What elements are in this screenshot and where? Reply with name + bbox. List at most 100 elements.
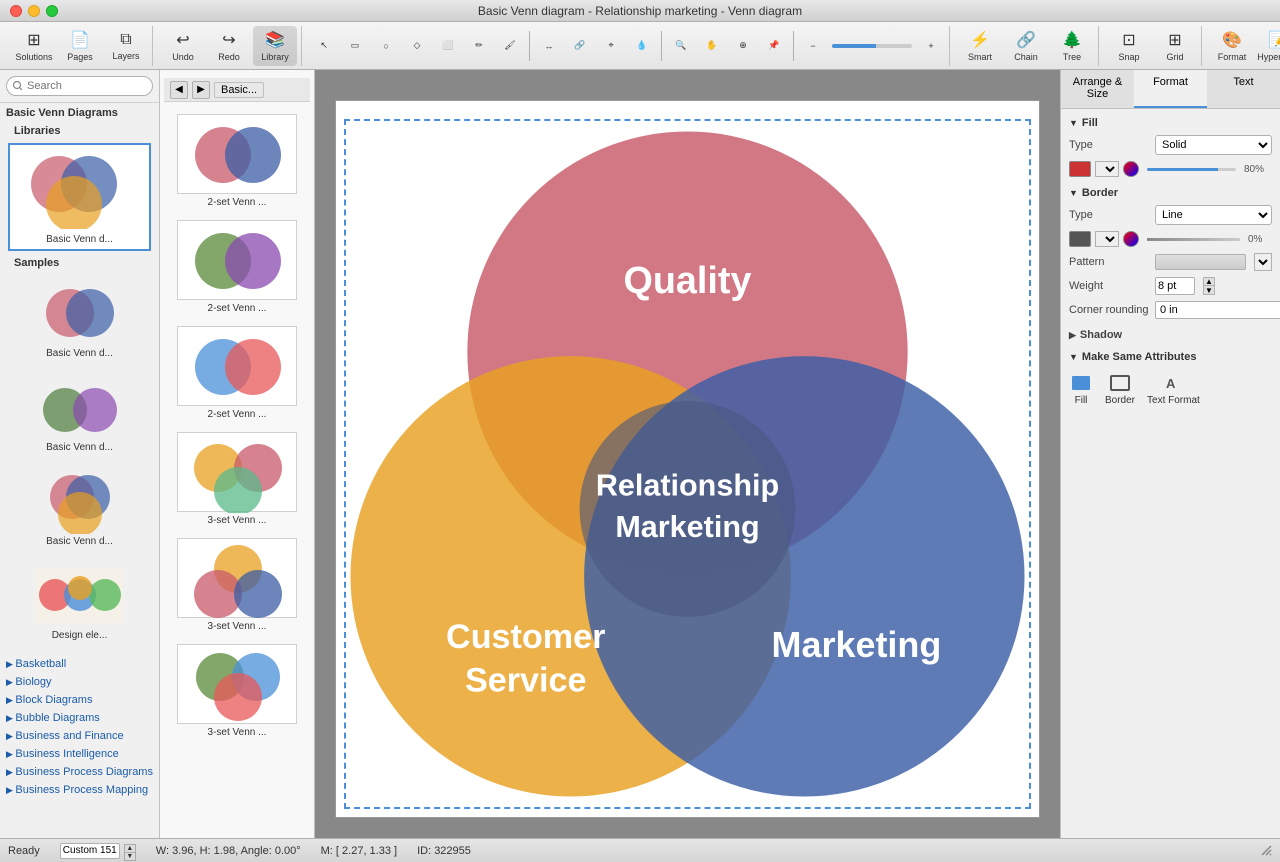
cat-business-finance[interactable]: Business and Finance (0, 727, 159, 745)
border-opacity-slider[interactable] (1147, 238, 1240, 241)
browse-tool[interactable]: ⬜ (434, 26, 462, 66)
border-color-select[interactable] (1095, 231, 1119, 247)
selected-preview-card[interactable]: Basic Venn d... (8, 143, 151, 251)
make-same-fill[interactable]: Fill (1069, 373, 1093, 406)
zoom-minus-btn[interactable]: − (799, 26, 827, 66)
sample-item-3[interactable]: Basic Venn d... (6, 463, 153, 553)
search-input[interactable] (6, 76, 153, 96)
tree-button[interactable]: 🌲 Tree (1050, 26, 1094, 66)
border-pattern-select[interactable] (1155, 254, 1246, 270)
solutions-button[interactable]: ⊞ Solutions (12, 26, 56, 66)
zoom-plus-btn[interactable]: + (917, 26, 945, 66)
cat-business-process-diagrams[interactable]: Business Process Diagrams (0, 763, 159, 781)
samples-header[interactable]: Samples (0, 255, 159, 271)
thumb-3set-1[interactable]: 3-set Venn ... (172, 428, 302, 530)
format-button[interactable]: 🎨 Format (1210, 26, 1254, 66)
undo-button[interactable]: ↩ Undo (161, 26, 205, 66)
venn-diagram-svg[interactable]: Quality Customer Service Marketing Relat… (346, 121, 1029, 807)
breadcrumb-strip[interactable]: Basic... (214, 82, 264, 98)
grid-button[interactable]: ⊞ Grid (1153, 26, 1197, 66)
brush-tool[interactable]: 🖌 (496, 26, 524, 66)
border-section-header[interactable]: ▼ Border (1069, 187, 1272, 199)
close-button[interactable] (10, 5, 22, 17)
cat-block-diagrams[interactable]: Block Diagrams (0, 691, 159, 709)
tab-format[interactable]: Format (1134, 70, 1207, 108)
select-tool[interactable]: ↖ (310, 26, 338, 66)
nav-forward-btn[interactable]: ▶ (192, 81, 210, 99)
chain-button[interactable]: 🔗 Chain (1004, 26, 1048, 66)
cat-business-intelligence[interactable]: Business Intelligence (0, 745, 159, 763)
brush-icon: 🖌 (504, 40, 515, 51)
border-weight-input[interactable] (1155, 277, 1195, 295)
sample-item-4[interactable]: Design ele... (6, 557, 153, 647)
nav-tools-group: ⊞ Solutions 📄 Pages ⧉ Layers (8, 26, 153, 66)
border-color-wheel[interactable] (1123, 231, 1139, 247)
thumb-canvas-6 (177, 644, 297, 724)
smart-button[interactable]: ⚡ Smart (958, 26, 1002, 66)
zoom-slider[interactable] (832, 44, 912, 48)
fill-opacity-slider[interactable] (1147, 168, 1236, 171)
border-pattern-dropdown[interactable] (1254, 253, 1272, 271)
minimize-button[interactable] (28, 5, 40, 17)
fill-section-header[interactable]: ▼ Fill (1069, 117, 1272, 129)
cat-basketball[interactable]: Basketball (0, 655, 159, 673)
fill-color-swatch[interactable] (1069, 161, 1091, 177)
tab-text[interactable]: Text (1207, 70, 1280, 108)
zoom-step-down[interactable]: ▼ (124, 853, 136, 861)
circle-tool[interactable]: ○ (372, 26, 400, 66)
cat-business-process-mapping[interactable]: Business Process Mapping (0, 781, 159, 799)
layers-button[interactable]: ⧉ Layers (104, 26, 148, 66)
sample-thumb-4 (30, 563, 130, 628)
pin-tool[interactable]: 📌 (760, 26, 788, 66)
fill-color-select[interactable] (1095, 161, 1119, 177)
border-color-swatch[interactable] (1069, 231, 1091, 247)
eyedropper-tool[interactable]: 💧 (628, 26, 656, 66)
hand-tool[interactable]: ✋ (698, 26, 726, 66)
zoom-out-btn[interactable]: 🔍 (667, 26, 695, 66)
thumb-2set-3[interactable]: 2-set Venn ... (172, 322, 302, 424)
corner-rounding-input[interactable] (1155, 301, 1280, 319)
nav-back-btn[interactable]: ◀ (170, 81, 188, 99)
hypernote-button[interactable]: 📝 Hypernote (1256, 26, 1280, 66)
library-button[interactable]: 📚 Library (253, 26, 297, 66)
fill-type-select[interactable]: Solid (1155, 135, 1272, 155)
pin-icon: 📌 (768, 40, 779, 51)
thumb-3set-2[interactable]: 3-set Venn ... (172, 534, 302, 636)
thumb-canvas-2 (177, 220, 297, 300)
diamond-tool[interactable]: ◇ (403, 26, 431, 66)
pages-icon: 📄 (70, 30, 90, 50)
weight-down-btn[interactable]: ▼ (1203, 286, 1215, 295)
shadow-section-header[interactable]: ▶ Shadow (1069, 329, 1272, 341)
rect-tool[interactable]: ▭ (341, 26, 369, 66)
lasso-tool[interactable]: ⌖ (597, 26, 625, 66)
link-tool[interactable]: 🔗 (566, 26, 594, 66)
crosshair-tool[interactable]: ⊕ (729, 26, 757, 66)
make-same-header[interactable]: ▼ Make Same Attributes (1069, 351, 1272, 363)
maximize-button[interactable] (46, 5, 58, 17)
basic-venn-header[interactable]: Basic Venn Diagrams (0, 103, 159, 123)
thumb-2set-2[interactable]: 2-set Venn ... (172, 216, 302, 318)
arrow-tool[interactable]: ↔ (535, 26, 563, 66)
fill-color-wheel[interactable] (1123, 161, 1139, 177)
zoom-input[interactable] (60, 843, 120, 859)
cat-bubble-diagrams[interactable]: Bubble Diagrams (0, 709, 159, 727)
border-type-select[interactable]: Line (1155, 205, 1272, 225)
pen-tool[interactable]: ✏ (465, 26, 493, 66)
sample-item-2[interactable]: Basic Venn d... (6, 369, 153, 459)
canvas-area[interactable]: Quality Customer Service Marketing Relat… (315, 70, 1060, 838)
thumb-name-1: 2-set Venn ... (208, 197, 267, 208)
thumb-canvas-1 (177, 114, 297, 194)
snap-button[interactable]: ⊡ Snap (1107, 26, 1151, 66)
redo-button[interactable]: ↪ Redo (207, 26, 251, 66)
pages-button[interactable]: 📄 Pages (58, 26, 102, 66)
cat-biology[interactable]: Biology (0, 673, 159, 691)
thumb-2set-1[interactable]: 2-set Venn ... (172, 110, 302, 212)
resize-handle[interactable] (1258, 842, 1272, 859)
thumb-3set-3[interactable]: 3-set Venn ... (172, 640, 302, 742)
libraries-header[interactable]: Libraries (0, 123, 159, 139)
tab-arrange-size[interactable]: Arrange & Size (1061, 70, 1134, 108)
make-same-text-format[interactable]: A Text Format (1147, 373, 1200, 406)
make-same-border[interactable]: Border (1105, 373, 1135, 406)
sample-item-1[interactable]: Basic Venn d... (6, 275, 153, 365)
zoom-step-up[interactable]: ▲ (124, 844, 136, 853)
